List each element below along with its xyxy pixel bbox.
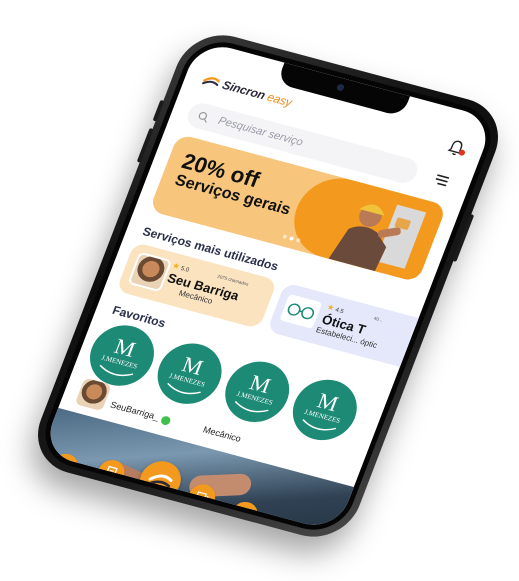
logo-name: Sincron [220,77,268,103]
phone-mockup: Sincron easy Pesquisar serviço 20% off S… [25,25,511,547]
notification-badge [457,149,466,157]
pagination-dot-active[interactable] [288,236,295,241]
optica-logo [279,293,323,329]
stage: Sincron easy Pesquisar serviço 20% off S… [0,0,519,581]
search-icon [198,111,208,123]
glasses-icon [287,303,315,320]
camera-icon [335,83,346,92]
sincron-logo-icon [202,77,220,87]
logo-text: Sincron easy [220,78,294,110]
app-logo[interactable]: Sincron easy [201,73,294,110]
avatar [127,251,173,293]
logo-accent: easy [265,89,294,110]
list-item-role: Mecânico [201,424,243,444]
pagination-dot[interactable] [282,234,288,240]
filter-menu-icon[interactable] [431,172,451,189]
calls-count: 40... [373,315,384,323]
online-status-icon [158,414,174,428]
list-item-name: SeuBarriga_ [108,399,161,422]
screen: Sincron easy Pesquisar serviço 20% off S… [40,39,496,533]
notification-bell-icon[interactable] [445,138,467,159]
